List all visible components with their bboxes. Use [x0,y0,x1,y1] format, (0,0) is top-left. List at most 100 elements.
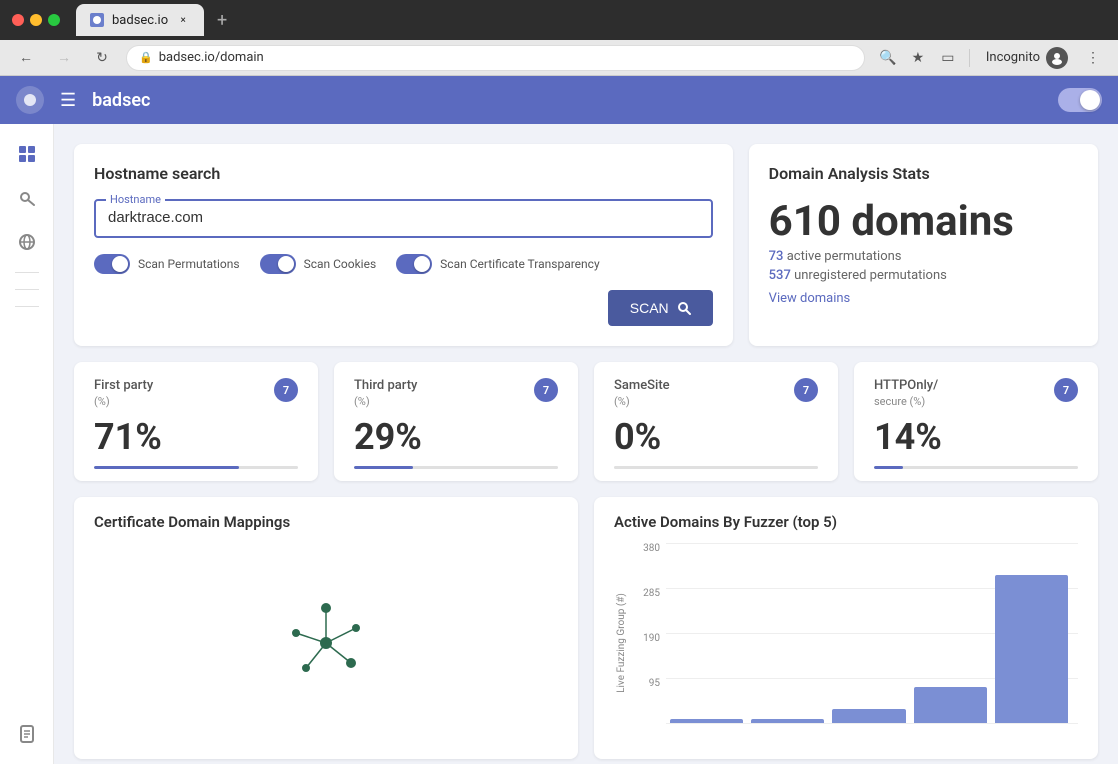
sidebar-divider-3 [15,306,39,307]
toggle-knob [1080,90,1100,110]
metric-header-2: Third party (%) 7 [354,378,558,408]
metric-subtitle-3: (%) [614,395,670,408]
tab-bar: badsec.io × + [76,4,1106,36]
toggle-permutations-label: Scan Permutations [138,257,240,271]
metric-value-4: 14% [874,416,1078,458]
unregistered-permutations-line: 537 unregistered permutations [769,268,1078,283]
active-count: 73 [769,249,784,264]
scan-button-label: SCAN [630,300,669,316]
y-label-285: 285 [643,588,660,599]
metric-value-2: 29% [354,416,558,458]
sidebar-item-file[interactable] [9,716,45,752]
sidebar-item-dashboard[interactable] [9,136,45,172]
reload-button[interactable]: ↻ [88,44,116,72]
scan-cookies-toggle[interactable] [260,254,296,274]
scan-button[interactable]: SCAN [608,290,713,326]
active-tab[interactable]: badsec.io × [76,4,204,36]
browser-chrome: badsec.io × + [0,0,1118,40]
metric-title-col-4: HTTPOnly/ secure (%) [874,378,938,408]
url-text: badsec.io/domain [159,50,264,65]
bookmark-icon[interactable]: ★ [905,45,931,71]
address-actions: 🔍 ★ ▭ Incognito ⋮ [875,43,1106,73]
forward-button[interactable]: → [50,44,78,72]
app-container: ☰ badsec [0,76,1118,764]
toggle-cookies-label: Scan Cookies [304,257,377,271]
scan-cert-transparency-toggle[interactable] [396,254,432,274]
cast-icon[interactable]: ▭ [935,45,961,71]
domain-stats-card: Domain Analysis Stats 610 domains 73 act… [749,144,1098,346]
back-button[interactable]: ← [12,44,40,72]
metric-title-col-3: SameSite (%) [614,378,670,408]
sidebar-item-key[interactable] [9,180,45,216]
unregistered-count: 537 [769,268,791,283]
more-button[interactable]: ⋮ [1080,45,1106,71]
toggle-permutations: Scan Permutations [94,254,240,274]
metric-subtitle-1: (%) [94,395,153,408]
metric-badge-4: 7 [1054,378,1078,402]
hostname-input-wrapper: Hostname [94,199,713,238]
toggle-cookies: Scan Cookies [260,254,377,274]
active-label: active permutations [787,249,902,264]
metric-bar-4 [874,466,1078,469]
address-bar: ← → ↻ 🔒 badsec.io/domain 🔍 ★ ▭ Incognito… [0,40,1118,76]
app-header: ☰ badsec [0,76,1118,124]
incognito-badge: Incognito [978,43,1076,73]
hostname-input[interactable] [108,207,699,228]
metric-badge-1: 7 [274,378,298,402]
hostname-input-label: Hostname [106,193,165,206]
url-bar[interactable]: 🔒 badsec.io/domain [126,45,865,71]
y-label-190: 190 [643,633,660,644]
hostname-card: Hostname search Hostname Scan Permutatio… [74,144,733,346]
metric-value-3: 0% [614,416,818,458]
tab-close-button[interactable]: × [176,13,190,27]
cert-card-title: Certificate Domain Mappings [94,513,558,531]
sidebar-divider-2 [15,289,39,290]
bottom-cards-row: Certificate Domain Mappings [74,497,1098,759]
view-domains-link[interactable]: View domains [769,291,851,306]
metric-bar-fill-2 [354,466,413,469]
bar-1 [670,719,743,723]
metric-card-third-party: Third party (%) 7 29% [334,362,578,481]
metric-bar-2 [354,466,558,469]
metric-title-4: HTTPOnly/ [874,378,938,393]
metric-value-1: 71% [94,416,298,458]
metric-header-4: HTTPOnly/ secure (%) 7 [874,378,1078,408]
toggle-knob-3 [414,256,430,272]
metric-subtitle-4a: secure (%) [874,395,938,408]
metric-bar-fill-4 [874,466,903,469]
metric-badge-2: 7 [534,378,558,402]
sidebar-divider-1 [15,272,39,273]
new-tab-button[interactable]: + [208,6,236,34]
metric-badge-3: 7 [794,378,818,402]
toggle-cert-transparency: Scan Certificate Transparency [396,254,599,274]
scan-permutations-toggle[interactable] [94,254,130,274]
scan-search-icon [677,301,691,315]
fullscreen-traffic-light[interactable] [48,14,60,26]
metric-bar-1 [94,466,298,469]
cert-graph-svg [266,583,386,703]
close-traffic-light[interactable] [12,14,24,26]
hamburger-menu[interactable]: ☰ [60,90,76,111]
lock-icon: 🔒 [139,51,153,64]
y-axis-title: Live Fuzzing Group (#) [616,593,627,693]
theme-toggle[interactable] [1058,88,1102,112]
search-icon[interactable]: 🔍 [875,45,901,71]
metric-title-2: Third party [354,378,417,393]
fuzzer-card-title: Active Domains By Fuzzer (top 5) [614,513,1078,531]
toggles-row: Scan Permutations Scan Cookies [94,254,713,274]
toggle-cert-label: Scan Certificate Transparency [440,257,599,271]
active-permutations-line: 73 active permutations [769,249,1078,264]
metric-title-1: First party [94,378,153,393]
grid-line-5 [666,723,1078,724]
bar-3 [832,709,905,723]
divider [969,49,970,67]
incognito-icon [1046,47,1068,69]
unregistered-label: unregistered permutations [794,268,947,283]
sidebar-item-globe[interactable] [9,224,45,260]
metric-bar-fill-1 [94,466,239,469]
big-number: 610 domains [769,199,1078,245]
metric-header-1: First party (%) 7 [94,378,298,408]
y-label-95: 95 [649,678,660,689]
cert-visualization [94,543,558,743]
minimize-traffic-light[interactable] [30,14,42,26]
